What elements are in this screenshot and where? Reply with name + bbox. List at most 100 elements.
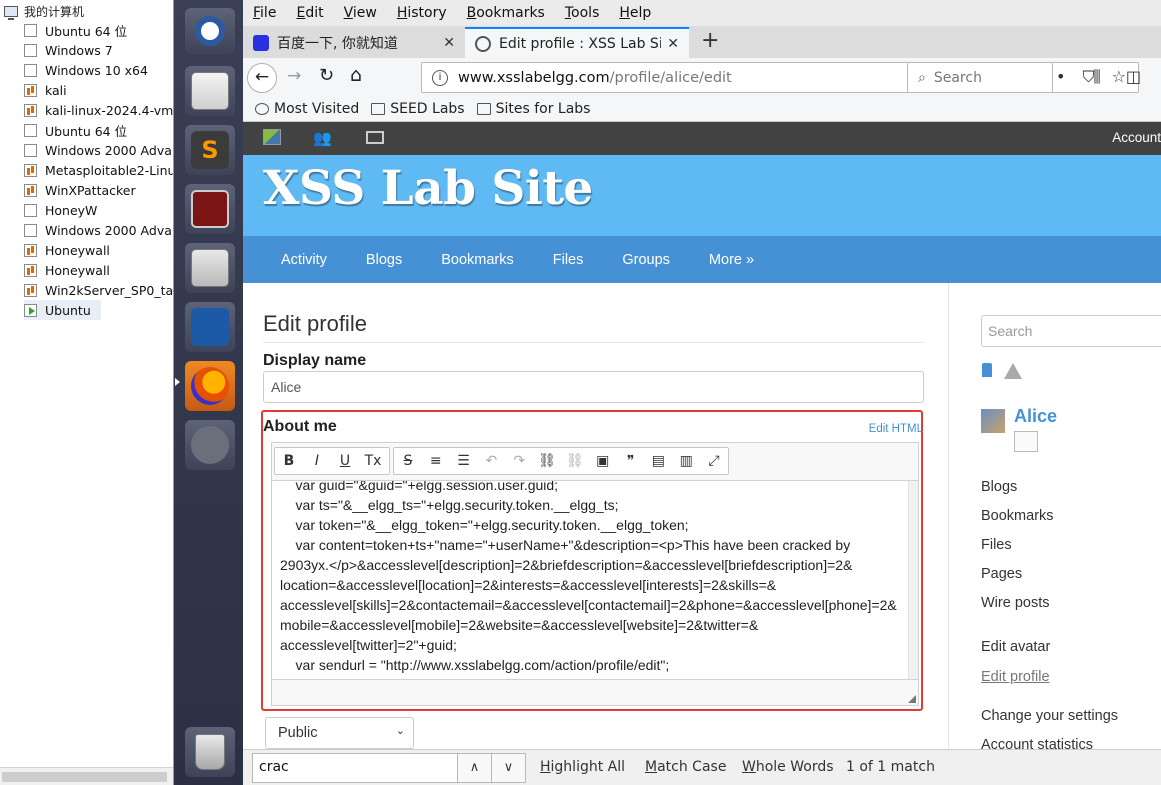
unlink-button[interactable]: ⛓	[561, 453, 589, 469]
sidebar-link-files[interactable]: Files	[981, 537, 1012, 553]
find-input[interactable]: crac	[252, 753, 458, 783]
display-name-input[interactable]: Alice	[263, 371, 924, 403]
redo-button[interactable]: ↷	[505, 453, 533, 469]
nav-bookmarks[interactable]: Bookmarks	[441, 252, 514, 268]
vm-list-item[interactable]: Windows 2000 Advan	[24, 140, 173, 160]
bulleted-list-button[interactable]: ☰	[450, 453, 478, 469]
system-settings-icon[interactable]	[185, 420, 235, 470]
bookmark-seed-labs[interactable]: SEED Labs	[371, 101, 465, 117]
pin-icon[interactable]	[982, 363, 992, 377]
underline-button[interactable]: U	[331, 453, 359, 469]
match-case-toggle[interactable]: Match Case	[645, 759, 726, 775]
edit-html-link[interactable]: Edit HTML	[869, 423, 923, 435]
sidebar-link-change-your-settings[interactable]: Change your settings	[981, 708, 1118, 724]
link-button[interactable]: ⛓	[533, 453, 561, 469]
site-info-icon[interactable]: i	[432, 69, 448, 86]
vm-list-item[interactable]: Windows 7	[24, 40, 113, 60]
find-next-button[interactable]: ∨	[491, 753, 526, 783]
nav-files[interactable]: Files	[553, 252, 584, 268]
menu-bookmarks[interactable]: Bookmarks	[467, 5, 545, 21]
italic-button[interactable]: I	[303, 453, 331, 469]
editor-scrollbar[interactable]	[908, 481, 918, 679]
numbered-list-button[interactable]: ≡	[422, 453, 450, 469]
vm-list-item[interactable]: Honeywall	[24, 260, 110, 280]
search-bar[interactable]: ⌕ Search	[907, 62, 1053, 93]
menu-history[interactable]: History	[397, 5, 447, 21]
reload-icon[interactable]: ↻	[319, 65, 334, 86]
account-menu[interactable]: Account	[1112, 130, 1161, 145]
tab-baidu[interactable]: 百度一下, 你就知道 ✕	[243, 27, 465, 58]
blockquote-button[interactable]: ❞	[617, 453, 645, 469]
mail-icon[interactable]	[366, 131, 384, 144]
sidebar-link-edit-avatar[interactable]: Edit avatar	[981, 639, 1050, 655]
bookmark-sites-for-labs[interactable]: Sites for Labs	[476, 101, 590, 117]
paste-text-button[interactable]: ▤	[644, 453, 672, 469]
tab-edit-profile[interactable]: Edit profile : XSS Lab Site ✕	[465, 27, 689, 58]
home-icon[interactable]: ⌂	[350, 64, 362, 86]
maximize-button[interactable]: ⤢	[700, 453, 728, 469]
vm-list-item[interactable]: Ubuntu 64 位	[24, 120, 127, 140]
menu-tools[interactable]: Tools	[565, 5, 600, 21]
nav-more[interactable]: More »	[709, 252, 754, 268]
vm-list-item[interactable]: Ubuntu	[24, 300, 101, 320]
remove-format-button[interactable]: Tx	[359, 453, 387, 469]
about-me-editor[interactable]: var guid="&guid="+elgg.session.user.guid…	[271, 480, 919, 680]
vm-list-item[interactable]: Ubuntu 64 位	[24, 20, 127, 40]
sublime-text-icon[interactable]: S	[185, 125, 235, 175]
avatar[interactable]	[981, 409, 1005, 433]
vm-list-item[interactable]: kali	[24, 80, 67, 100]
forward-arrow-icon[interactable]: →	[287, 66, 301, 86]
menu-file[interactable]: File	[253, 5, 276, 21]
menu-help[interactable]: Help	[619, 5, 651, 21]
menu-edit[interactable]: Edit	[296, 5, 323, 21]
library-sidebar-icons[interactable]: ⫼ ◫	[1093, 67, 1151, 87]
nav-blogs[interactable]: Blogs	[366, 252, 402, 268]
vm-list-item[interactable]: WinXPattacker	[24, 180, 136, 200]
sidebar-link-pages[interactable]: Pages	[981, 566, 1022, 582]
sidebar-search-input[interactable]: Search	[981, 315, 1161, 347]
vm-list-item[interactable]: HoneyW	[24, 200, 97, 220]
vm-library-scrollbar[interactable]	[0, 767, 173, 785]
site-title[interactable]: XSS Lab Site	[263, 161, 593, 216]
sidebar-link-blogs[interactable]: Blogs	[981, 479, 1017, 495]
owner-name-link[interactable]: Alice	[1014, 406, 1057, 427]
nav-groups[interactable]: Groups	[622, 252, 670, 268]
bookmark-most-visited[interactable]: Most Visited	[255, 101, 359, 117]
friends-icon[interactable]: 👥	[313, 129, 332, 147]
resize-handle-icon[interactable]	[908, 695, 916, 703]
tab-edit-profile-close-icon[interactable]: ✕	[667, 36, 679, 52]
vm-list-item[interactable]: Honeywall	[24, 240, 110, 260]
vm-list-item[interactable]: Windows 10 x64	[24, 60, 148, 80]
sidebar-link-edit-profile[interactable]: Edit profile	[981, 669, 1050, 685]
firefox-icon[interactable]	[185, 361, 235, 411]
menu-view[interactable]: View	[344, 5, 377, 21]
elgg-logo-icon[interactable]	[263, 129, 281, 145]
tab-baidu-close-icon[interactable]: ✕	[443, 35, 455, 51]
find-previous-button[interactable]: ∧	[457, 753, 492, 783]
terminal-icon[interactable]	[185, 184, 235, 234]
wireshark-icon[interactable]	[185, 302, 235, 352]
image-button[interactable]: ▣	[589, 453, 617, 469]
vm-library-root[interactable]: 我的计算机	[4, 2, 84, 20]
trash-icon[interactable]	[185, 727, 235, 777]
vm-list-item[interactable]: Metasploitable2-Linu	[24, 160, 173, 180]
strikethrough-button[interactable]: S	[394, 453, 422, 469]
sidebar-link-bookmarks[interactable]: Bookmarks	[981, 508, 1054, 524]
warning-icon[interactable]	[1004, 363, 1022, 379]
sidebar-link-account-statistics[interactable]: Account statistics	[981, 737, 1093, 749]
ubuntu-logo-icon[interactable]	[185, 8, 235, 54]
bold-button[interactable]: B	[275, 453, 303, 469]
highlight-all-toggle[interactable]: Highlight All	[540, 759, 625, 775]
vm-list-item[interactable]: kali-linux-2024.4-vmw	[24, 100, 173, 120]
vm-list-item[interactable]: Win2kServer_SP0_targ	[24, 280, 173, 300]
vm-list-item[interactable]: Windows 2000 Advan	[24, 220, 173, 240]
paste-word-button[interactable]: ▥	[672, 453, 700, 469]
text-editor-icon[interactable]	[185, 66, 235, 116]
nav-activity[interactable]: Activity	[281, 252, 327, 268]
file-manager-icon[interactable]	[185, 243, 235, 293]
back-arrow-icon[interactable]: ←	[247, 63, 277, 93]
sidebar-link-wire-posts[interactable]: Wire posts	[981, 595, 1050, 611]
whole-words-toggle[interactable]: Whole Words	[742, 759, 834, 775]
new-tab-icon[interactable]: +	[701, 28, 719, 53]
undo-button[interactable]: ↶	[477, 453, 505, 469]
